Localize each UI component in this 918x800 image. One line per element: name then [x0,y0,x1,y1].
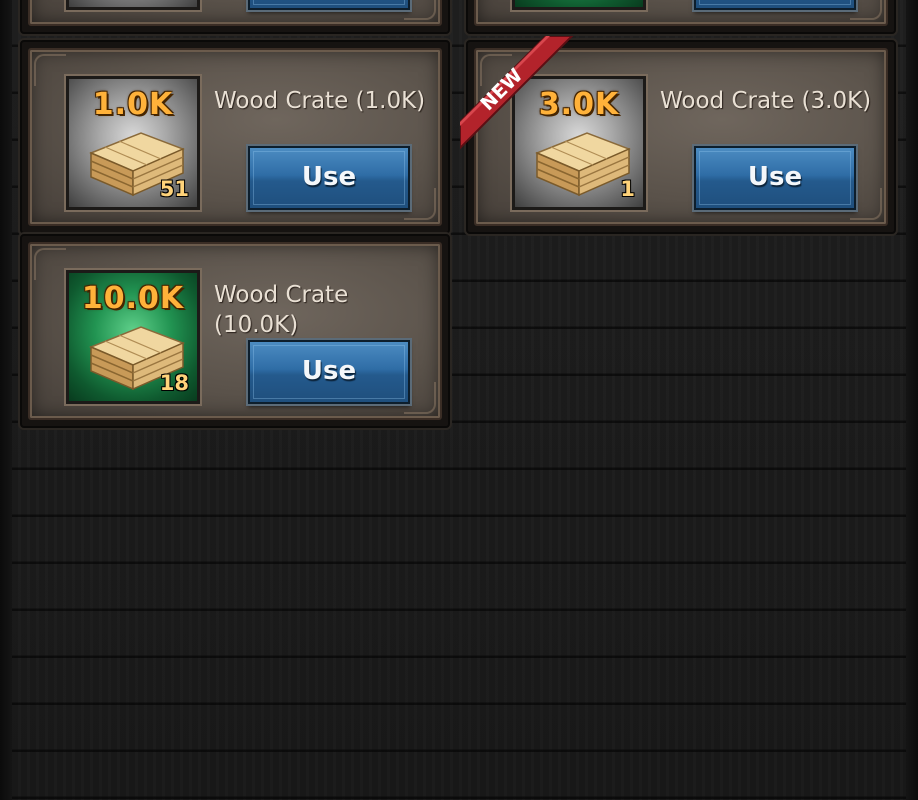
item-amount: 3.0K [538,87,620,122]
item-card-panel: 10.0K 18 Wood Crate (10.0K) Use [28,242,442,420]
item-count: 51 [160,0,189,1]
use-button[interactable] [248,0,410,10]
item-count: 18 [606,0,635,1]
item-thumbnail[interactable]: 51 [66,0,200,10]
use-button-label: Use [301,162,357,192]
lumber-stack-icon [535,132,631,197]
item-amount: 1.0K [92,87,174,122]
item-name: Wood Crate (10.0K) [214,282,349,338]
item-card-panel: 18 [474,0,888,26]
item-thumbnail[interactable]: 3.0K 1 [512,76,646,210]
right-frame-edge [906,0,918,800]
item-thumbnail[interactable]: 10.0K 18 [66,270,200,404]
item-count: 51 [159,177,189,201]
item-card-panel: 1.0K 51 Wood Crate (1.0K) Use [28,48,442,226]
item-name: Wood Crate (1.0K) [214,88,426,114]
use-button-label: Use [301,356,357,386]
item-card-partial: 18 [466,0,896,34]
item-name: Wood Crate (3.0K) [660,88,872,114]
item-amount: 10.0K [81,281,185,316]
use-button[interactable] [694,0,856,10]
item-card-wood-crate-3k: 3.0K 1 Wood Crate (3.0K) Use NEW [460,36,896,234]
item-card-wood-crate-10k: 10.0K 18 Wood Crate (10.0K) Use [20,234,450,428]
item-card-partial: 51 [20,0,450,34]
left-frame-edge [0,0,12,800]
item-count: 18 [159,371,189,395]
item-thumbnail[interactable]: 18 [512,0,646,10]
item-card-panel: 51 [28,0,442,26]
use-button[interactable]: Use [248,340,410,404]
item-count: 1 [620,177,635,201]
item-card-panel: 3.0K 1 Wood Crate (3.0K) Use [474,48,888,226]
use-button[interactable]: Use [694,146,856,210]
use-button[interactable]: Use [248,146,410,210]
use-button-label: Use [747,162,803,192]
inventory-screen: 51 18 [0,0,918,800]
item-card-wood-crate-1k: 1.0K 51 Wood Crate (1.0K) Use [20,40,450,234]
item-thumbnail[interactable]: 1.0K 51 [66,76,200,210]
